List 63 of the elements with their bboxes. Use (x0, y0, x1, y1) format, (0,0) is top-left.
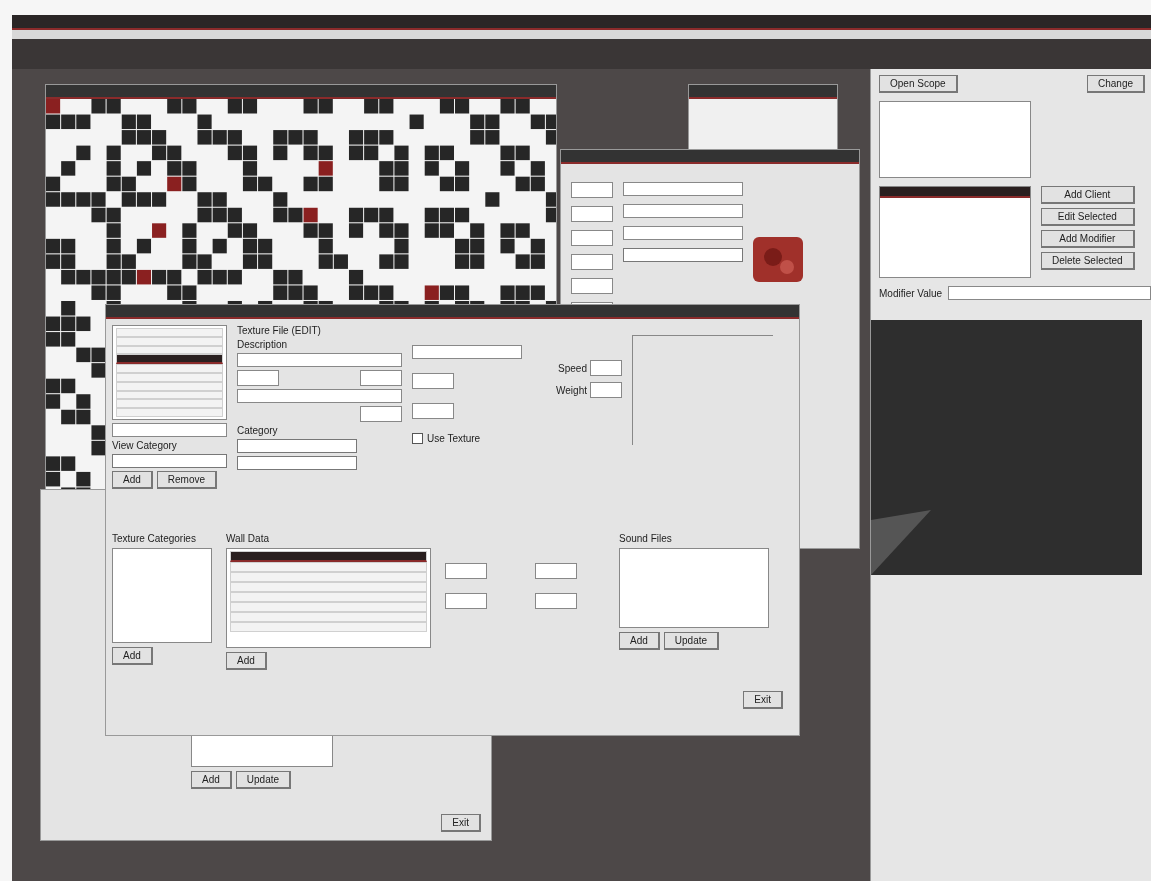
input-field[interactable] (237, 370, 279, 386)
description-field[interactable] (237, 353, 402, 367)
category-label: Category (237, 425, 279, 436)
dropdown[interactable] (623, 248, 743, 262)
modifier-label: Modifier Value (879, 287, 943, 299)
input-field[interactable] (412, 345, 522, 359)
input-field[interactable] (535, 593, 577, 609)
list-box[interactable] (879, 186, 1031, 278)
use-texture-checkbox[interactable]: Use Texture (412, 433, 522, 444)
list-row[interactable] (116, 354, 223, 365)
input-field[interactable] (412, 403, 454, 419)
change-button[interactable]: Change (1086, 75, 1145, 93)
input-field[interactable] (623, 204, 743, 218)
input-field[interactable] (623, 226, 743, 240)
input-field[interactable] (623, 182, 743, 196)
list-button[interactable]: Add (112, 471, 153, 489)
input-field[interactable] (590, 382, 622, 398)
input-field[interactable] (590, 360, 622, 376)
add-button[interactable]: Add (226, 652, 267, 670)
type-dropdown[interactable] (237, 456, 357, 470)
category-dropdown[interactable] (112, 454, 227, 468)
input-field[interactable] (535, 563, 577, 579)
input-field[interactable] (571, 230, 613, 246)
list-button[interactable]: Add (619, 632, 660, 650)
list-button[interactable]: Update (663, 632, 720, 650)
stat-label: Weight (556, 384, 587, 396)
list-button[interactable]: Remove (156, 471, 218, 489)
texture-list[interactable] (112, 325, 227, 420)
group-title: Sound Files (619, 533, 672, 544)
wall-list[interactable] (226, 548, 431, 648)
view-category-label: View Category (112, 440, 178, 451)
action-button[interactable]: Add Modifier (1041, 230, 1135, 248)
exit-button[interactable]: Exit (743, 691, 783, 709)
list-button[interactable]: Add (191, 771, 232, 789)
stat-label: Speed (558, 362, 587, 374)
input-field[interactable] (571, 182, 613, 198)
input-field[interactable] (445, 563, 487, 579)
input-field[interactable] (237, 389, 402, 403)
action-button[interactable]: Add Client (1041, 186, 1135, 204)
input-field[interactable] (445, 593, 487, 609)
input-field[interactable] (412, 373, 454, 389)
category-dropdown[interactable] (237, 439, 357, 453)
section-label: Texture File (EDIT) (237, 325, 322, 336)
list-button[interactable]: Update (235, 771, 292, 789)
category-list[interactable] (112, 548, 212, 643)
action-button[interactable]: Edit Selected (1041, 208, 1135, 226)
texture-swatch (753, 237, 803, 282)
exit-button[interactable]: Exit (441, 814, 481, 832)
list-row[interactable] (230, 551, 427, 562)
open-button[interactable]: Open Scope (879, 75, 958, 93)
input-field[interactable] (571, 206, 613, 222)
group-title: Wall Data (226, 533, 269, 544)
input-field[interactable] (360, 370, 402, 386)
input-field[interactable] (571, 254, 613, 270)
group-title: Texture Categories (112, 533, 196, 544)
description-label: Description (237, 339, 289, 350)
action-button[interactable]: Delete Selected (1041, 252, 1135, 270)
input-field[interactable] (948, 286, 1151, 300)
input-field[interactable] (571, 278, 613, 294)
input-field[interactable] (360, 406, 402, 422)
add-button[interactable]: Add (112, 647, 153, 665)
input-field[interactable] (112, 423, 227, 437)
sound-list[interactable] (619, 548, 769, 628)
